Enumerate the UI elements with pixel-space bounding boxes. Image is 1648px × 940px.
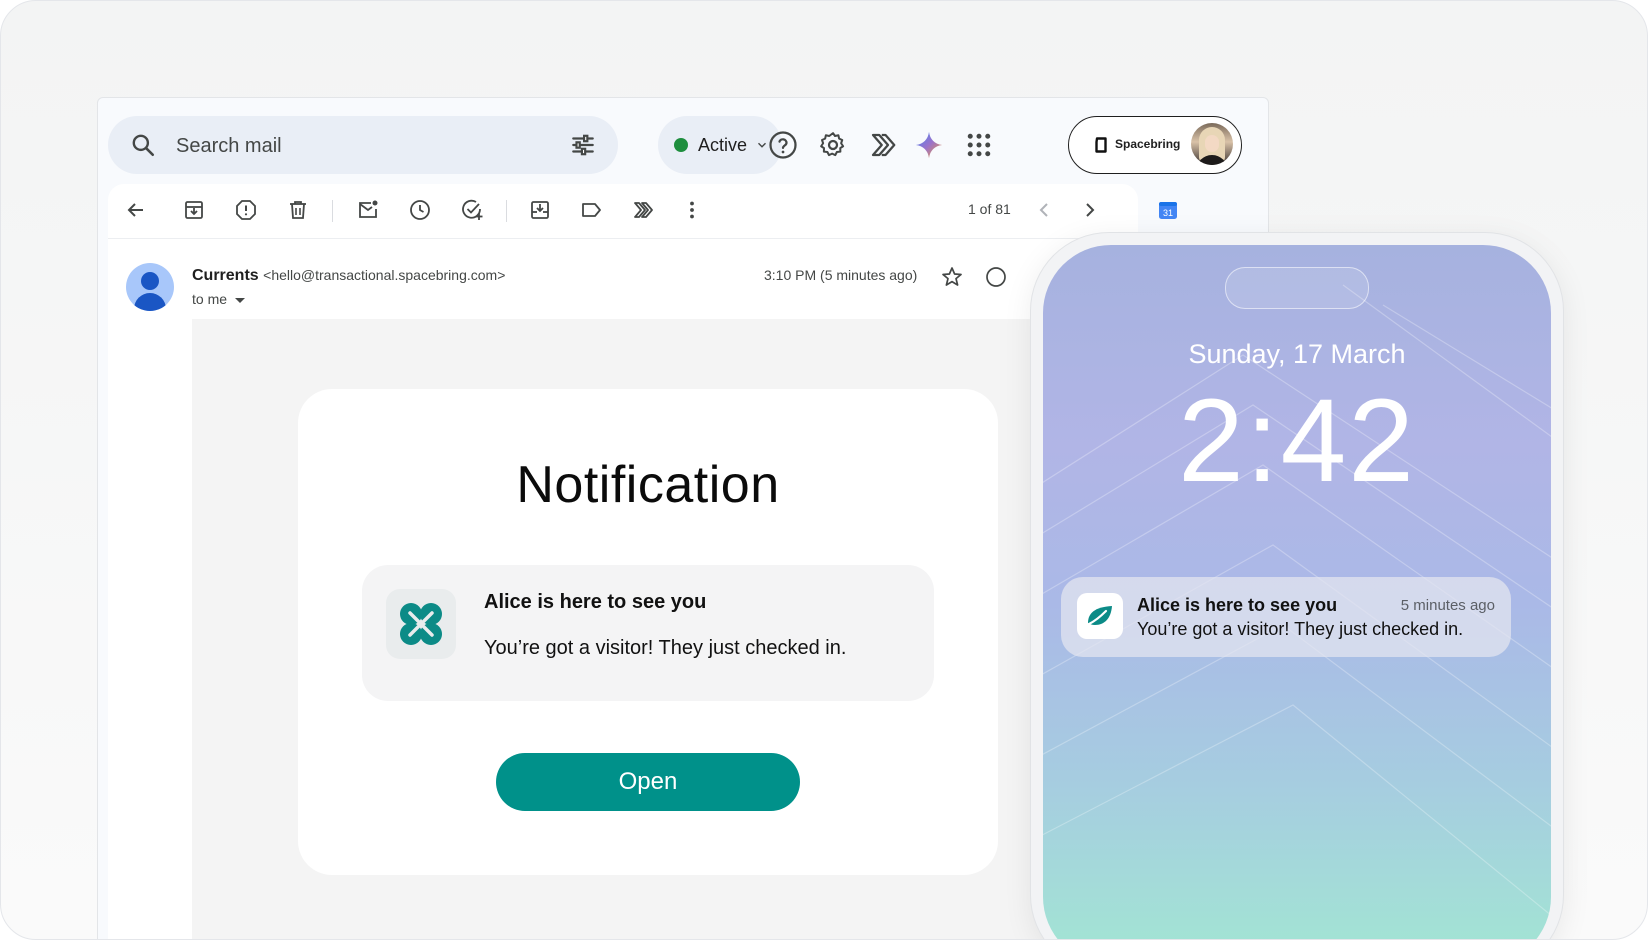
dynamic-island: [1225, 267, 1369, 309]
status-dot: [674, 138, 688, 152]
search-options-icon[interactable]: [570, 132, 596, 158]
snooze-clock-icon[interactable]: [408, 198, 432, 222]
lockscreen-date: Sunday, 17 March: [1188, 339, 1406, 369]
chevron-right-icon[interactable]: [1078, 198, 1102, 222]
status-dropdown[interactable]: Active: [658, 116, 782, 174]
add-to-tasks-icon[interactable]: [460, 198, 484, 222]
mark-unread-icon[interactable]: [356, 198, 380, 222]
notification-title: Alice is here to see you: [484, 591, 707, 613]
back-arrow-icon[interactable]: [124, 198, 148, 222]
report-spam-icon[interactable]: [234, 198, 258, 222]
archive-icon[interactable]: [182, 198, 206, 222]
sender-email: <hello@transactional.spacebring.com>: [263, 267, 506, 283]
chevron-down-icon: [758, 142, 767, 148]
settings-gear-icon[interactable]: [818, 130, 848, 160]
user-avatar[interactable]: [1191, 123, 1233, 165]
help-icon[interactable]: [768, 130, 798, 160]
delete-trash-icon[interactable]: [286, 198, 310, 222]
chevron-left-icon[interactable]: [1032, 198, 1056, 222]
pagination-count: 1 of 81: [968, 201, 1011, 217]
email-content: Notification Alice is here to see you Yo…: [192, 319, 1138, 939]
lockscreen-time: 2:42: [1178, 375, 1416, 507]
caret-down-icon: [235, 297, 246, 303]
account-name: Spacebring: [1115, 137, 1181, 151]
forward-double-chevron-icon[interactable]: [632, 198, 656, 222]
forward-double-chevron-icon[interactable]: [868, 130, 898, 160]
account-switcher[interactable]: Spacebring: [1068, 116, 1242, 174]
push-time: 5 minutes ago: [1400, 597, 1495, 614]
email-card: Notification Alice is here to see you Yo…: [298, 389, 998, 875]
email-title: Notification: [516, 456, 780, 514]
calendar-icon[interactable]: 31: [1158, 200, 1178, 220]
sender-avatar[interactable]: [126, 263, 174, 311]
push-message: You’re got a visitor! They just checked …: [1137, 619, 1464, 639]
more-vertical-icon[interactable]: [680, 198, 704, 222]
apps-grid-icon[interactable]: [964, 130, 994, 160]
search-input[interactable]: [174, 130, 538, 162]
phone-mockup: Sunday, 17 March 2:42 Alice is here to s…: [1031, 233, 1563, 939]
canvas-frame: Active Spacebring: [0, 0, 1648, 940]
toolbar-divider: [506, 200, 507, 222]
notification-preview: Alice is here to see you You’re got a vi…: [362, 565, 934, 701]
toolbar-divider: [332, 200, 333, 222]
gemini-sparkle-icon[interactable]: [914, 130, 944, 160]
message-time: 3:10 PM (5 minutes ago): [764, 267, 918, 283]
search-bar[interactable]: [108, 116, 618, 174]
move-to-icon[interactable]: [528, 198, 552, 222]
message-view: Currents <hello@transactional.spacebring…: [108, 238, 1138, 939]
label-tag-icon[interactable]: [580, 198, 604, 222]
message-toolbar: 1 of 81: [108, 184, 1138, 238]
lock-screen: Sunday, 17 March 2:42 Alice is here to s…: [1043, 245, 1551, 939]
star-icon[interactable]: [940, 265, 964, 289]
notification-message: You’re got a visitor! They just checked …: [484, 637, 847, 659]
recipient-dropdown[interactable]: to me: [192, 291, 246, 307]
recipient-label: to me: [192, 291, 228, 307]
emoji-reaction-icon[interactable]: [984, 265, 1008, 289]
sender-name[interactable]: Currents: [192, 267, 259, 284]
search-icon[interactable]: [130, 132, 156, 158]
app-icon: [1077, 593, 1123, 639]
push-notification[interactable]: Alice is here to see you 5 minutes ago Y…: [1061, 577, 1511, 657]
calendar-day: 31: [1163, 208, 1173, 218]
status-label: Active: [698, 134, 748, 155]
open-button[interactable]: Open: [496, 753, 800, 811]
sender-line: Currents <hello@transactional.spacebring…: [192, 267, 505, 285]
leaf-logo-icon: [1087, 606, 1112, 626]
app-icon: [386, 589, 456, 659]
push-title: Alice is here to see you: [1137, 595, 1338, 615]
clover-logo-icon: [400, 603, 442, 645]
spacebring-logo-icon: [1095, 137, 1107, 153]
